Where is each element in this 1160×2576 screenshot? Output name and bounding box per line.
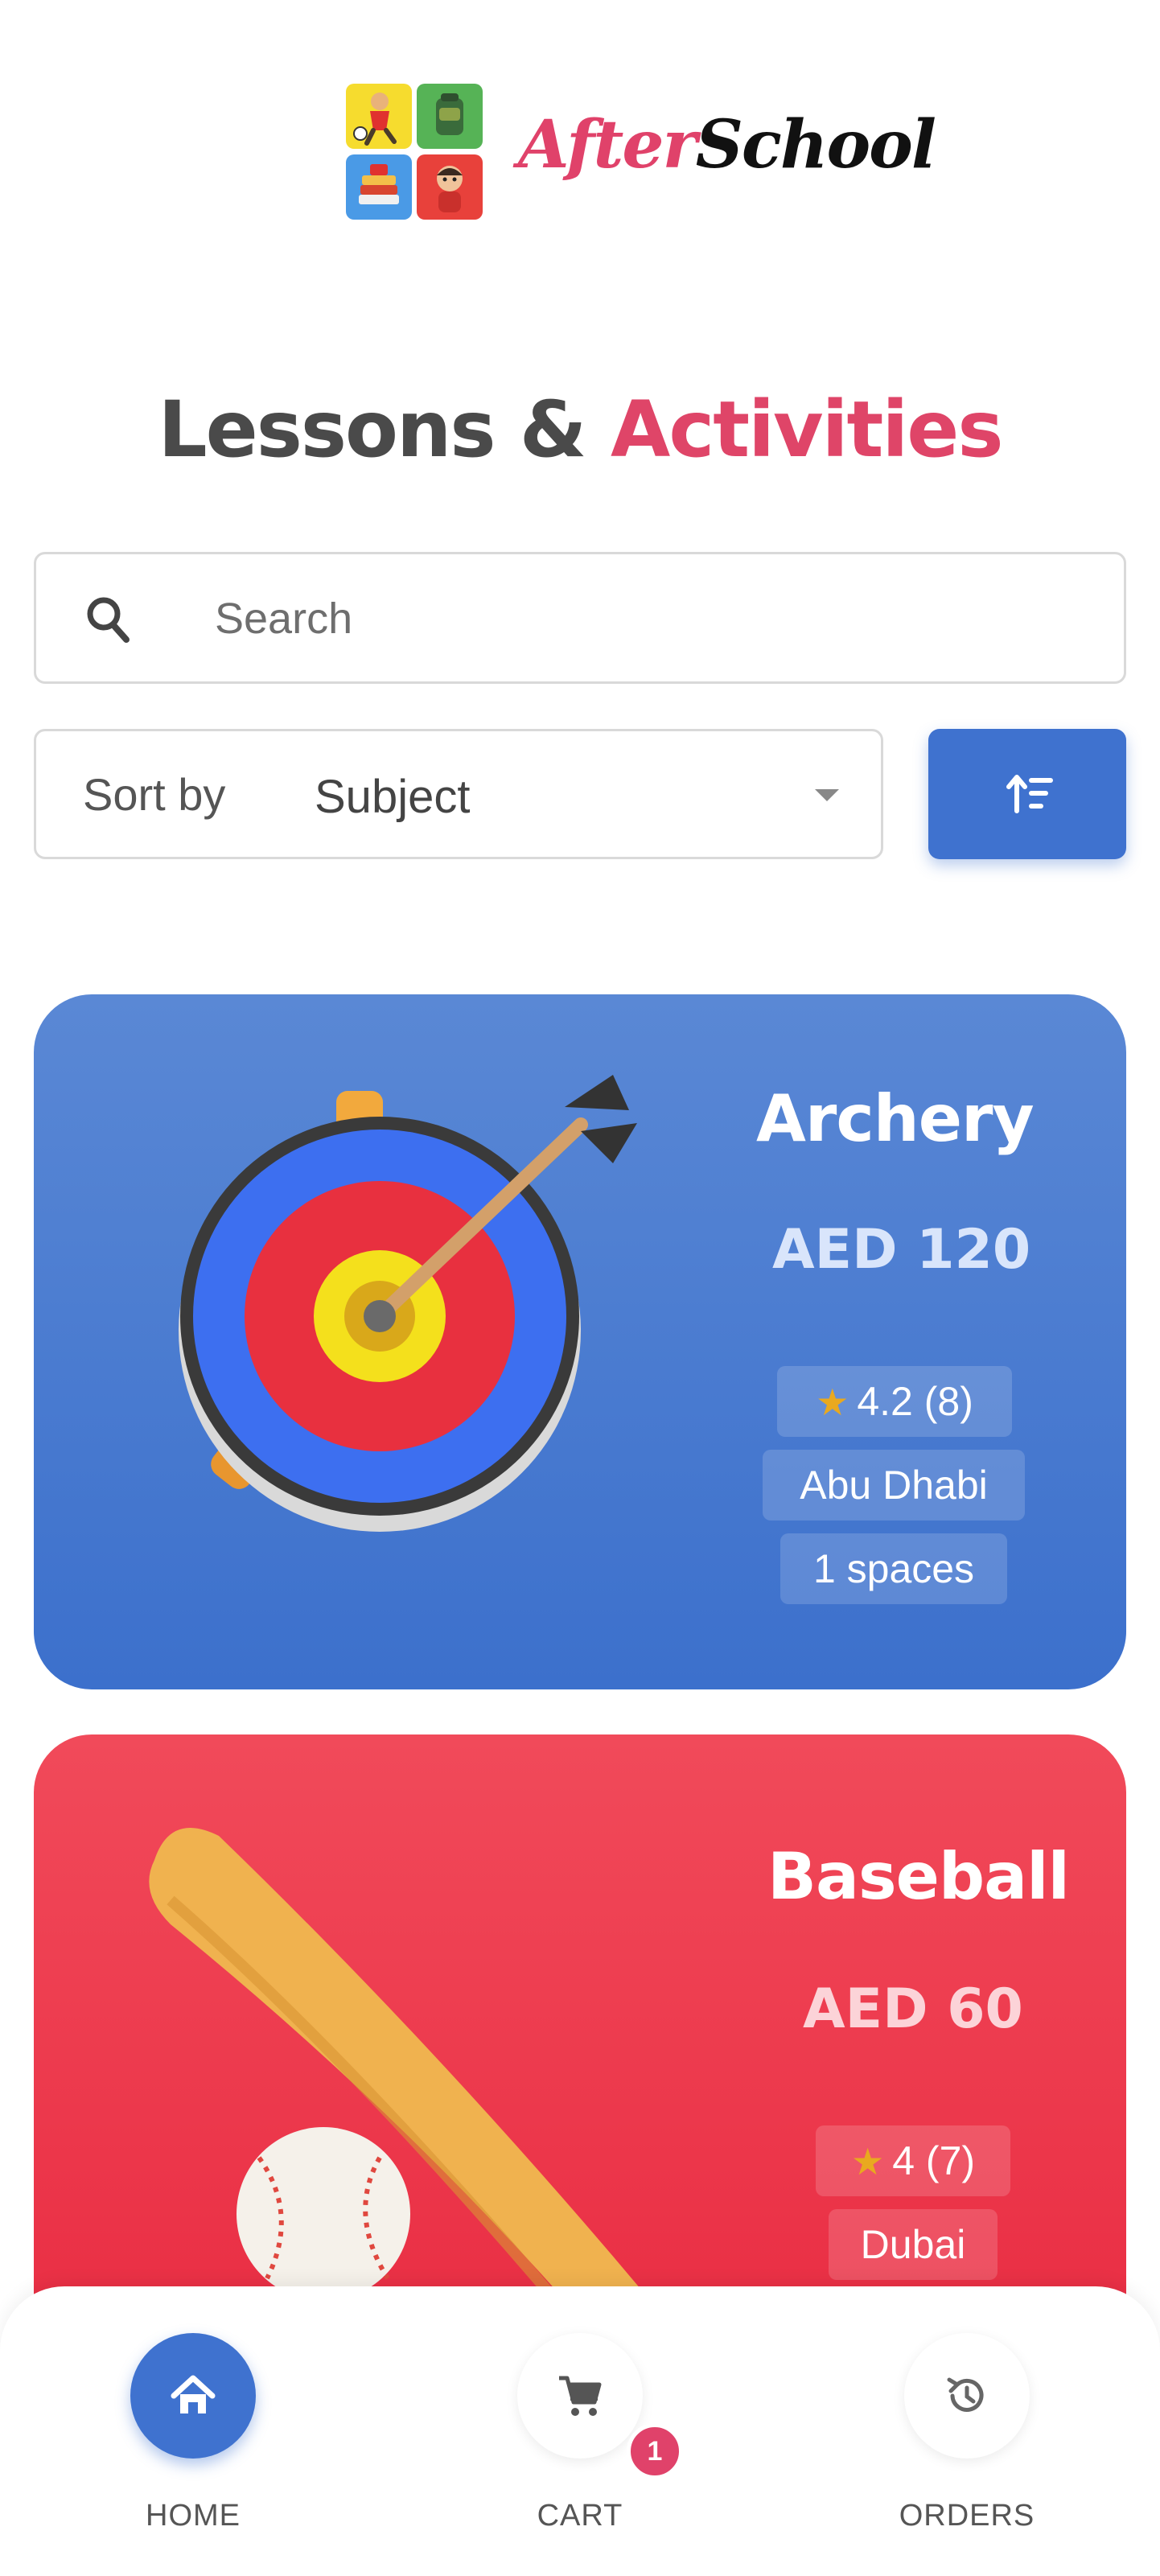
page-title-accent: Activities [611,385,1004,475]
nav-orders[interactable]: ORDERS [846,2286,1088,2576]
logo-after-text: After [518,106,697,183]
cart-count-badge: 1 [627,2423,683,2479]
home-icon [171,2375,216,2413]
rating-badge: ★ 4.2 (8) [777,1366,1012,1437]
page-title-main: Lessons & [158,385,611,475]
sort-order-button[interactable] [928,729,1126,859]
logo-tile-blue [346,154,412,220]
nav-home-label[interactable]: HOME [72,2499,314,2533]
lesson-price: AED 60 [803,1977,1023,2041]
archery-target-icon [179,1075,637,1532]
nav-cart-label[interactable]: CART [459,2499,701,2533]
lesson-subject: Baseball [767,1839,1070,1914]
rating-badge: ★ 4 (7) [816,2125,1010,2196]
sort-label: Sort by [83,769,226,820]
star-icon: ★ [850,2141,885,2183]
logo-tile-green [417,84,483,149]
lesson-price: AED 120 [772,1218,1031,1282]
location-badge: Abu Dhabi [763,1450,1025,1520]
logo-tile-yellow [346,84,412,149]
star-icon: ★ [816,1381,849,1423]
app-logo[interactable]: AfterSchool [346,82,936,220]
search-input[interactable] [215,583,1084,654]
rating-value: 4.2 (8) [857,1379,973,1424]
nav-home-button[interactable] [130,2333,256,2459]
nav-orders-button[interactable] [904,2333,1030,2459]
search-bar[interactable] [34,552,1126,684]
nav-cart[interactable]: 1 CART [459,2286,701,2576]
spaces-badge: 1 spaces [780,1533,1007,1604]
logo-school-text: School [695,106,936,183]
nav-home[interactable]: HOME [72,2286,314,2576]
chevron-down-icon[interactable] [815,789,839,801]
sort-ascending-icon [1006,775,1053,813]
location-badge: Dubai [829,2209,998,2280]
page-title: Lessons & Activities [0,385,1160,475]
nav-orders-label[interactable]: ORDERS [846,2499,1088,2533]
logo-tile-red [417,154,483,220]
cart-icon [559,2376,602,2416]
logo-mark [346,84,484,220]
rating-value: 4 (7) [892,2138,976,2183]
sort-select[interactable]: Sort by Subject [34,729,883,859]
lesson-subject: Archery [756,1081,1035,1156]
search-icon [87,597,130,643]
bottom-navigation: HOME 1 CART ORDERS [0,2286,1160,2576]
history-icon [947,2377,984,2412]
logo-wordmark: AfterSchool [518,106,936,183]
sort-selected-value[interactable]: Subject [315,770,470,824]
nav-cart-button[interactable] [517,2333,643,2459]
lesson-card-archery[interactable]: Archery AED 120 ★ 4.2 (8) Abu Dhabi 1 spa… [34,994,1126,1689]
